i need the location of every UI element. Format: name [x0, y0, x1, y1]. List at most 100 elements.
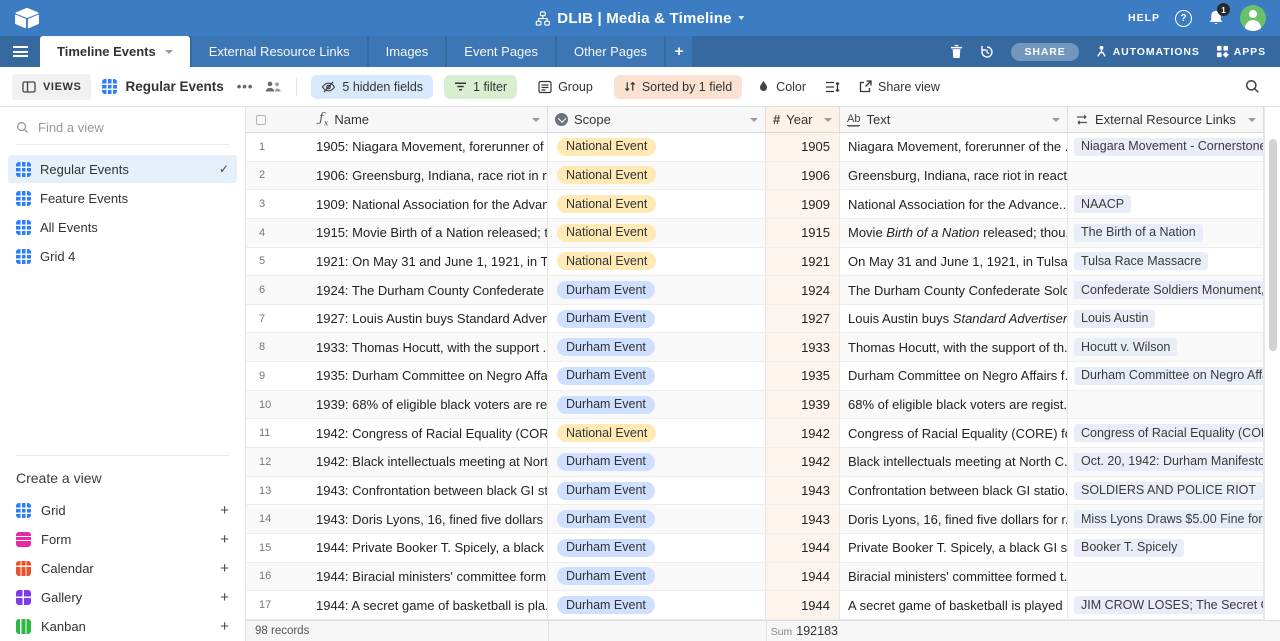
- row-height-button[interactable]: [821, 76, 844, 98]
- column-menu-caret-icon[interactable]: [532, 118, 540, 122]
- column-menu-caret-icon[interactable]: [824, 118, 832, 122]
- cell-name[interactable]: 1944: A secret game of basketball is pla…: [312, 591, 548, 619]
- add-kanban-view-button[interactable]: +: [220, 618, 229, 635]
- find-view-input[interactable]: [38, 120, 198, 135]
- cell-year[interactable]: 1915: [766, 219, 840, 247]
- filter-button[interactable]: 1 filter: [444, 75, 517, 99]
- cell-name[interactable]: 1939: 68% of eligible black voters are r…: [312, 391, 548, 419]
- table-row[interactable]: 6 1924: The Durham County Confederate ..…: [246, 276, 1264, 305]
- sidebar-item-grid-4[interactable]: Grid 4: [8, 242, 237, 270]
- sidebar-item-all-events[interactable]: All Events: [8, 213, 237, 241]
- cell-year[interactable]: 1905: [766, 133, 840, 161]
- table-row[interactable]: 9 1935: Durham Committee on Negro Affai.…: [246, 362, 1264, 391]
- table-row[interactable]: 11 1942: Congress of Racial Equality (CO…: [246, 419, 1264, 448]
- collaborators-button[interactable]: [264, 80, 282, 93]
- cell-name[interactable]: 1905: Niagara Movement, forerunner of t.…: [312, 133, 548, 161]
- cell-external-resource-links[interactable]: Louis Austin: [1068, 305, 1264, 333]
- row-gutter[interactable]: 4: [246, 219, 312, 247]
- cell-scope[interactable]: Durham Event: [548, 563, 766, 591]
- cell-external-resource-links[interactable]: Durham Committee on Negro Affa: [1068, 362, 1264, 390]
- row-gutter[interactable]: 2: [246, 162, 312, 190]
- linked-record-chip[interactable]: SOLDIERS AND POLICE RIOT: [1074, 482, 1263, 500]
- cell-year[interactable]: 1942: [766, 419, 840, 447]
- table-row[interactable]: 17 1944: A secret game of basketball is …: [246, 591, 1264, 620]
- row-gutter[interactable]: 7: [246, 305, 312, 333]
- column-header-external-resource-links[interactable]: External Resource Links: [1068, 107, 1264, 132]
- cell-text[interactable]: Biracial ministers' committee formed t..…: [840, 563, 1068, 591]
- cell-text[interactable]: Louis Austin buys Standard Advertiser...: [840, 305, 1068, 333]
- cell-text[interactable]: Greensburg, Indiana, race riot in reacti…: [840, 162, 1068, 190]
- avatar[interactable]: [1240, 5, 1266, 31]
- row-gutter[interactable]: 11: [246, 419, 312, 447]
- cell-external-resource-links[interactable]: [1068, 563, 1264, 591]
- cell-text[interactable]: Congress of Racial Equality (CORE) fo...: [840, 419, 1068, 447]
- row-gutter[interactable]: 5: [246, 248, 312, 276]
- cell-year[interactable]: 1943: [766, 505, 840, 533]
- cell-scope[interactable]: Durham Event: [548, 391, 766, 419]
- cell-external-resource-links[interactable]: [1068, 162, 1264, 190]
- cell-year[interactable]: 1909: [766, 190, 840, 218]
- cell-year[interactable]: 1944: [766, 563, 840, 591]
- table-row[interactable]: 16 1944: Biracial ministers' committee f…: [246, 563, 1264, 592]
- cell-name[interactable]: 1935: Durham Committee on Negro Affai...: [312, 362, 548, 390]
- linked-record-chip[interactable]: Niagara Movement - Cornerstone: [1074, 138, 1264, 156]
- cell-scope[interactable]: Durham Event: [548, 276, 766, 304]
- sort-button[interactable]: Sorted by 1 field: [614, 75, 742, 99]
- group-button[interactable]: Group: [528, 75, 603, 99]
- cell-scope[interactable]: National Event: [548, 162, 766, 190]
- row-gutter[interactable]: 6: [246, 276, 312, 304]
- linked-record-chip[interactable]: Congress of Racial Equality (CORE: [1074, 424, 1264, 442]
- row-gutter[interactable]: 15: [246, 534, 312, 562]
- view-more-button[interactable]: •••: [237, 79, 254, 94]
- row-gutter[interactable]: 3: [246, 190, 312, 218]
- cell-external-resource-links[interactable]: Miss Lyons Draws $5.00 Fine for B: [1068, 505, 1264, 533]
- add-grid-view-button[interactable]: +: [220, 502, 229, 519]
- cell-year[interactable]: 1942: [766, 448, 840, 476]
- cell-text[interactable]: National Association for the Advance...: [840, 190, 1068, 218]
- column-header-name[interactable]: ƒx Name: [312, 107, 548, 132]
- cell-scope[interactable]: National Event: [548, 219, 766, 247]
- row-gutter[interactable]: 9: [246, 362, 312, 390]
- trash-button[interactable]: [950, 44, 963, 59]
- cell-text[interactable]: Thomas Hocutt, with the support of th...: [840, 333, 1068, 361]
- linked-record-chip[interactable]: Louis Austin: [1074, 310, 1155, 328]
- cell-scope[interactable]: Durham Event: [548, 305, 766, 333]
- cell-name[interactable]: 1944: Private Booker T. Spicely, a black…: [312, 534, 548, 562]
- column-header-year[interactable]: # Year: [766, 107, 840, 132]
- cell-name[interactable]: 1942: Congress of Racial Equality (CORE.…: [312, 419, 548, 447]
- cell-text[interactable]: On May 31 and June 1, 1921, in Tulsa ...: [840, 248, 1068, 276]
- column-summary[interactable]: Sum 192183: [246, 624, 838, 638]
- linked-record-chip[interactable]: Booker T. Spicely: [1074, 539, 1184, 557]
- tab-images[interactable]: Images: [369, 36, 446, 67]
- share-button[interactable]: SHARE: [1011, 43, 1078, 61]
- table-row[interactable]: 15 1944: Private Booker T. Spicely, a bl…: [246, 534, 1264, 563]
- cell-scope[interactable]: National Event: [548, 190, 766, 218]
- column-menu-caret-icon[interactable]: [1248, 118, 1256, 122]
- tab-timeline-events[interactable]: Timeline Events: [40, 36, 190, 67]
- column-header-text[interactable]: Ab Text: [840, 107, 1068, 132]
- create-gallery-view[interactable]: Gallery +: [16, 583, 229, 612]
- hidden-fields-button[interactable]: 5 hidden fields: [311, 75, 433, 99]
- add-table-button[interactable]: +: [666, 36, 692, 67]
- cell-text[interactable]: 68% of eligible black voters are regist.…: [840, 391, 1068, 419]
- cell-year[interactable]: 1944: [766, 591, 840, 619]
- cell-external-resource-links[interactable]: Tulsa Race Massacre: [1068, 248, 1264, 276]
- table-row[interactable]: 3 1909: National Association for the Adv…: [246, 190, 1264, 219]
- row-gutter[interactable]: 13: [246, 477, 312, 505]
- cell-year[interactable]: 1906: [766, 162, 840, 190]
- table-row[interactable]: 1 1905: Niagara Movement, forerunner of …: [246, 133, 1264, 162]
- cell-scope[interactable]: Durham Event: [548, 591, 766, 619]
- table-row[interactable]: 2 1906: Greensburg, Indiana, race riot i…: [246, 162, 1264, 191]
- cell-year[interactable]: 1939: [766, 391, 840, 419]
- table-row[interactable]: 13 1943: Confrontation between black GI …: [246, 477, 1264, 506]
- column-header-scope[interactable]: Scope: [548, 107, 766, 132]
- table-row[interactable]: 12 1942: Black intellectuals meeting at …: [246, 448, 1264, 477]
- cell-external-resource-links[interactable]: Booker T. Spicely: [1068, 534, 1264, 562]
- help-button[interactable]: HELP: [1128, 12, 1160, 24]
- row-gutter[interactable]: 16: [246, 563, 312, 591]
- cell-name[interactable]: 1933: Thomas Hocutt, with the support ..…: [312, 333, 548, 361]
- linked-record-chip[interactable]: The Birth of a Nation: [1074, 224, 1203, 242]
- current-view-name[interactable]: Regular Events: [102, 79, 223, 94]
- cell-text[interactable]: The Durham County Confederate Sold...: [840, 276, 1068, 304]
- cell-scope[interactable]: Durham Event: [548, 448, 766, 476]
